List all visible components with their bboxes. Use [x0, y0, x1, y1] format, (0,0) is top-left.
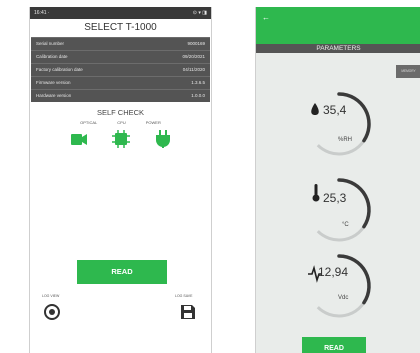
voltage-value: 12,94: [318, 265, 349, 279]
info-value: 09/20/2021: [182, 54, 205, 59]
cpu-label: CPU: [117, 120, 126, 125]
status-time: 16:41 ·: [34, 10, 50, 16]
temperature-unit: °C: [342, 222, 349, 228]
device-title: SELECT T-1000: [84, 22, 157, 33]
info-row: Serial number 9000169: [31, 37, 210, 50]
info-label: Hardware version: [36, 93, 72, 98]
gauge-arc: [337, 92, 371, 143]
info-value: 04/11/2020: [182, 67, 205, 72]
info-label: Firmware version: [36, 80, 71, 85]
read-button-parameters[interactable]: READ: [302, 337, 366, 353]
self-check-title: SELF CHECK: [96, 108, 145, 117]
thermometer-icon: [314, 184, 318, 196]
info-value: 1.0.0.0: [191, 93, 205, 98]
status-icons: ⊙ ▾ ◨: [192, 10, 207, 16]
self-check-screen: 16:41 · ⊙ ▾ ◨ SELECT T-1000 Serial numbe…: [29, 7, 212, 353]
info-value: 9000169: [187, 41, 205, 46]
log-save-label: LOG SAVE: [175, 294, 193, 298]
device-info-table: Serial number 9000169 Calibration date 09/…: [31, 37, 210, 102]
power-label: POWER: [145, 120, 161, 125]
eye-icon[interactable]: [43, 303, 61, 321]
log-view-label: LOG VIEW: [42, 294, 60, 298]
drop-icon: [311, 103, 319, 115]
status-bar: 16:41 · ⊙ ▾ ◨: [30, 7, 211, 19]
info-row: Calibration date 09/20/2021: [31, 50, 210, 63]
thermometer-bulb: [312, 194, 320, 202]
optical-label: OPTICAL: [80, 120, 98, 125]
info-label: Factory calibration date: [36, 67, 83, 72]
info-row: Hardware version 1.0.0.0: [31, 89, 210, 102]
info-value: 1.3.6.5: [191, 80, 205, 85]
read-button[interactable]: READ: [77, 260, 167, 284]
temperature-value: 25,3: [323, 191, 347, 205]
humidity-value: 35,4: [323, 103, 347, 117]
voltage-unit: Vdc: [338, 295, 349, 301]
self-check-labels: OPTICAL CPU POWER: [30, 120, 211, 125]
humidity-unit: %RH: [338, 137, 353, 143]
chip-icon: [111, 129, 131, 149]
parameters-screen: ← PARAMETERS MEMORY 35,4 %RH 25,3 °C 12,…: [255, 7, 420, 353]
info-label: Serial number: [36, 41, 65, 46]
info-row: Factory calibration date 04/11/2020: [31, 63, 210, 76]
save-icon[interactable]: [180, 304, 196, 320]
gauges-graphic: [308, 92, 371, 318]
self-check-icons: [30, 129, 211, 149]
info-label: Calibration date: [36, 54, 68, 59]
info-row: Firmware version 1.3.6.5: [31, 76, 210, 89]
power-plug-icon: [153, 129, 173, 149]
camera-icon: [69, 129, 89, 149]
